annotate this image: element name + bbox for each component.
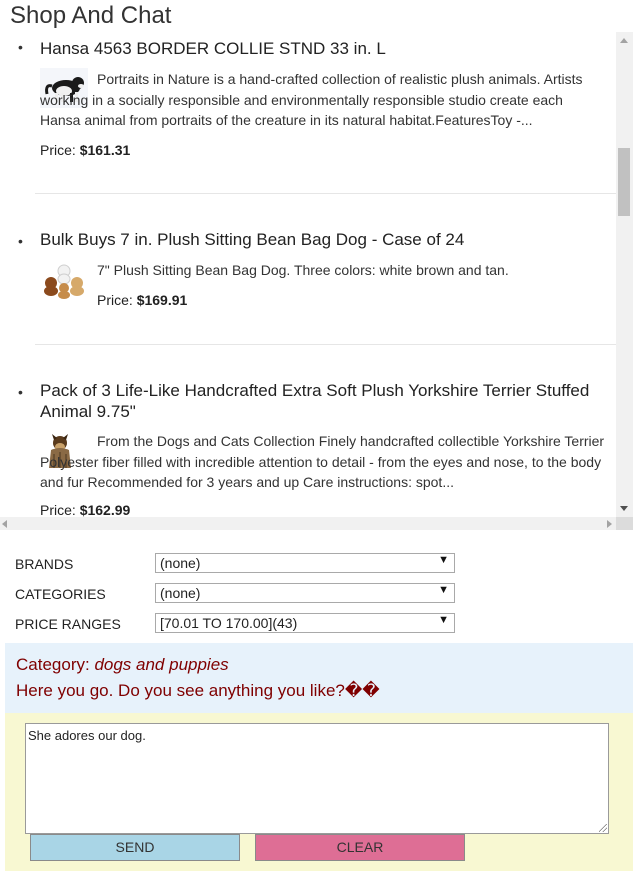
dropdown-arrow-icon: ▼ <box>438 554 449 566</box>
chat-response-box: Category: dogs and puppies Here you go. … <box>5 643 633 713</box>
categories-filter: CATEGORIES (none) ▼ <box>15 583 455 605</box>
list-bullet: • <box>18 384 23 400</box>
product-description: Portraits in Nature is a hand-crafted co… <box>40 71 583 128</box>
chat-category-label: Category: <box>16 655 90 674</box>
price-label: Price: <box>40 502 76 517</box>
horizontal-scrollbar[interactable] <box>0 517 616 530</box>
list-bullet: • <box>18 233 23 249</box>
price-ranges-label: PRICE RANGES <box>15 616 121 632</box>
product-divider <box>35 193 616 194</box>
dropdown-arrow-icon: ▼ <box>438 614 449 626</box>
chat-input-area: She adores our dog. SEND CLEAR <box>5 713 633 871</box>
scroll-right-arrow-icon[interactable] <box>607 520 612 528</box>
product-results-pane[interactable]: • Hansa 4563 BORDER COLLIE STND 33 in. L… <box>0 32 633 530</box>
chat-message: Here you go. Do you see anything you lik… <box>16 681 380 700</box>
scrollbar-thumb[interactable] <box>618 148 630 216</box>
price-row: Price: $161.31 <box>40 142 130 158</box>
message-textarea[interactable]: She adores our dog. <box>25 723 609 834</box>
dropdown-arrow-icon: ▼ <box>438 584 449 596</box>
product-description: From the Dogs and Cats Collection Finely… <box>40 433 605 490</box>
price-value: $169.91 <box>136 292 188 308</box>
product-divider <box>35 344 616 345</box>
brands-filter: BRANDS (none) ▼ <box>15 553 455 575</box>
price-ranges-select[interactable]: [70.01 TO 170.00](43) ▼ <box>155 613 455 633</box>
brands-selected-value: (none) <box>160 555 201 571</box>
brands-select[interactable]: (none) ▼ <box>155 553 455 573</box>
vertical-scrollbar[interactable] <box>616 32 633 517</box>
app-title: Shop And Chat <box>10 2 172 29</box>
scroll-up-arrow-icon[interactable] <box>620 38 628 43</box>
send-button[interactable]: SEND <box>30 834 240 861</box>
clear-button[interactable]: CLEAR <box>255 834 465 861</box>
product-description: 7" Plush Sitting Bean Bag Dog. Three col… <box>97 262 509 278</box>
scroll-down-arrow-icon[interactable] <box>620 506 628 511</box>
price-value: $162.99 <box>79 502 131 517</box>
categories-selected-value: (none) <box>160 585 201 601</box>
scroll-left-arrow-icon[interactable] <box>2 520 7 528</box>
product-title[interactable]: Hansa 4563 BORDER COLLIE STND 33 in. L <box>40 38 600 59</box>
product-title[interactable]: Bulk Buys 7 in. Plush Sitting Bean Bag D… <box>40 229 600 250</box>
scrollbar-corner <box>616 517 633 530</box>
product-title[interactable]: Pack of 3 Life-Like Handcrafted Extra So… <box>40 380 600 422</box>
price-label: Price: <box>97 292 133 308</box>
price-label: Price: <box>40 142 76 158</box>
categories-label: CATEGORIES <box>15 586 106 602</box>
price-ranges-selected-value: [70.01 TO 170.00](43) <box>160 615 298 631</box>
categories-select[interactable]: (none) ▼ <box>155 583 455 603</box>
price-row: Price: $162.99 <box>40 502 130 517</box>
chat-category-value: dogs and puppies <box>94 655 229 674</box>
price-row: Price: $169.91 <box>97 292 187 308</box>
price-ranges-filter: PRICE RANGES [70.01 TO 170.00](43) ▼ <box>15 613 455 635</box>
chat-category-line: Category: dogs and puppies <box>16 655 229 675</box>
product-list: • Hansa 4563 BORDER COLLIE STND 33 in. L… <box>0 32 616 517</box>
list-bullet: • <box>18 39 23 55</box>
price-value: $161.31 <box>79 142 131 158</box>
brands-label: BRANDS <box>15 556 74 572</box>
